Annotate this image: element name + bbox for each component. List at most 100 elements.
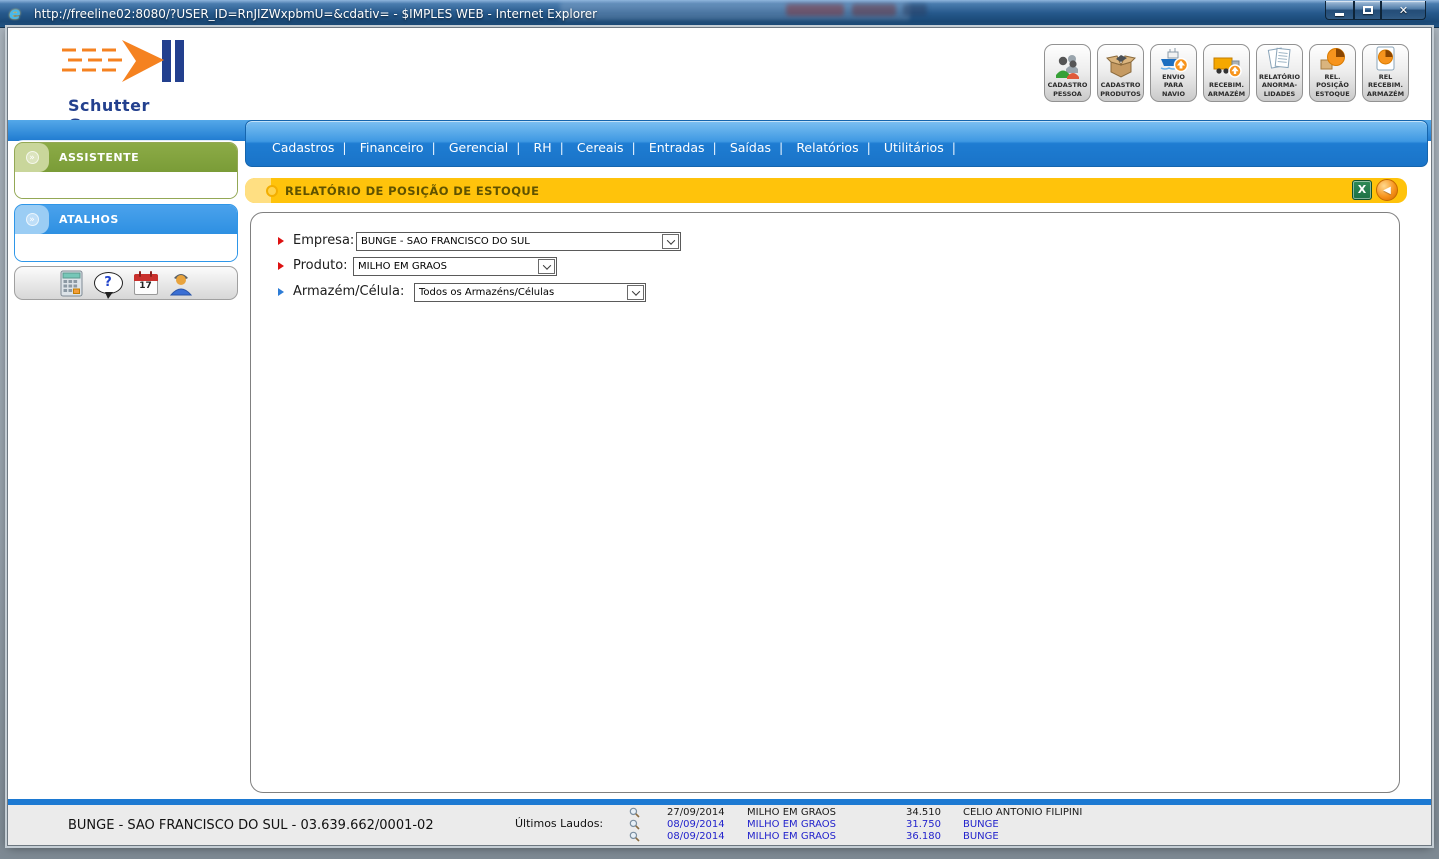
atalhos-cap: » (15, 205, 49, 234)
laudo-value: 36.180 (875, 831, 941, 842)
toolbar-button-relatorio-anormalidades[interactable]: RELATÓRIO ANORMA-LIDADES (1256, 44, 1303, 102)
assistente-body (15, 172, 237, 199)
chevron-right-icon: » (26, 151, 39, 164)
laudo-product: MILHO EM GRAOS (747, 807, 836, 818)
page-title: RELATÓRIO DE POSIÇÃO DE ESTOQUE (285, 184, 539, 198)
calendar-icon[interactable]: 17 (134, 271, 158, 295)
nav-separator: | (713, 140, 717, 155)
atalhos-header[interactable]: » ATALHOS (15, 205, 237, 234)
assistente-label: ASSISTENTE (59, 151, 139, 164)
excel-icon: X (1358, 183, 1366, 196)
toolbar-button-label: CADASTRO PESSOA (1046, 81, 1089, 98)
report-filter-panel: Empresa: BUNGE - SAO FRANCISCO DO SUL Pr… (250, 212, 1400, 793)
truck-upload-icon (1212, 51, 1242, 81)
laudo-name: CELIO ANTONIO FILIPINI (963, 807, 1082, 818)
export-excel-button[interactable]: X (1352, 180, 1372, 200)
produto-select[interactable]: MILHO EM GRAOS (353, 257, 557, 276)
laudo-name: BUNGE (963, 831, 999, 842)
empresa-label: Empresa: (293, 233, 354, 248)
nav-item-saidas[interactable]: Saídas (730, 140, 771, 155)
documents-icon (1265, 45, 1295, 73)
back-button[interactable]: ◀ (1376, 179, 1398, 201)
atalhos-panel: » ATALHOS (14, 204, 238, 262)
minimize-button[interactable] (1325, 1, 1354, 20)
nav-item-relatorios[interactable]: Relatórios (796, 140, 858, 155)
produto-row: Produto: MILHO EM GRAOS (251, 258, 1399, 277)
statusbar: BUNGE - SAO FRANCISCO DO SUL - 03.639.66… (8, 805, 1431, 845)
window-controls[interactable]: ✕ (1325, 1, 1426, 20)
nav-separator: | (516, 140, 520, 155)
ultimos-laudos-label: Últimos Laudos: (515, 817, 603, 830)
maximize-icon (1363, 6, 1373, 14)
toolbar-button-label: RECEBIM. ARMAZÉM (1205, 81, 1248, 98)
nav-separator: | (560, 140, 564, 155)
nav-item-cadastros[interactable]: Cadastros (272, 140, 334, 155)
laudo-product: MILHO EM GRAOS (747, 819, 836, 830)
user-icon[interactable] (169, 269, 193, 297)
question-mark: ? (104, 275, 112, 290)
calendar-day: 17 (134, 281, 158, 291)
nav-item-cereais[interactable]: Cereais (577, 140, 624, 155)
laudo-value: 34.510 (875, 807, 941, 818)
section-bullet-icon (266, 185, 278, 197)
back-icon: ◀ (1383, 185, 1391, 196)
maximize-button[interactable] (1354, 1, 1381, 20)
atalhos-body (15, 234, 237, 262)
toolbar-button-recebim-armazem[interactable]: RECEBIM. ARMAZÉM (1203, 44, 1250, 102)
nav-separator: | (432, 140, 436, 155)
assistente-panel: » ASSISTENTE (14, 142, 238, 199)
background-window-blur (903, 4, 927, 16)
chevron-down-icon[interactable] (662, 234, 679, 249)
background-window-blur (852, 4, 896, 16)
toolbar-button-cadastro-produtos[interactable]: CADASTRO PRODUTOS (1097, 44, 1144, 102)
laudo-name: BUNGE (963, 819, 999, 830)
nav-item-gerencial[interactable]: Gerencial (449, 140, 508, 155)
nav-separator: | (342, 140, 346, 155)
laudo-row: 08/09/2014 MILHO EM GRAOS 36.180 BUNGE (623, 831, 1103, 843)
toolbar-button-cadastro-pessoa[interactable]: CADASTRO PESSOA (1044, 44, 1091, 102)
nav-item-financeiro[interactable]: Financeiro (360, 140, 424, 155)
search-icon[interactable] (629, 831, 640, 845)
optional-bullet-icon (278, 288, 284, 296)
laudo-row: 27/09/2014 MILHO EM GRAOS 34.510 CELIO A… (623, 807, 1103, 819)
nav-item-rh[interactable]: RH (534, 140, 552, 155)
empresa-row: Empresa: BUNGE - SAO FRANCISCO DO SUL (251, 233, 1399, 252)
chevron-down-icon[interactable] (538, 259, 555, 274)
toolbar-button-label: RELATÓRIO ANORMA-LIDADES (1258, 73, 1301, 98)
atalhos-label: ATALHOS (59, 213, 119, 226)
chevron-down-icon[interactable] (627, 285, 644, 300)
nav-separator: | (867, 140, 871, 155)
company-identifier: BUNGE - SAO FRANCISCO DO SUL - 03.639.66… (68, 818, 434, 833)
people-icon (1053, 51, 1083, 81)
armazem-value: Todos os Armazéns/Células (419, 287, 554, 298)
required-bullet-icon (278, 237, 284, 245)
produto-label: Produto: (293, 258, 348, 273)
internet-explorer-icon: e (9, 4, 29, 24)
assistente-header[interactable]: » ASSISTENTE (15, 143, 237, 172)
section-header-cap (245, 178, 271, 203)
calculator-icon[interactable] (60, 270, 83, 297)
required-bullet-icon (278, 262, 284, 270)
toolbar-button-label: REL. POSIÇÃO ESTOQUE (1311, 73, 1354, 98)
section-header-bar: RELATÓRIO DE POSIÇÃO DE ESTOQUE X ◀ (245, 178, 1407, 203)
close-button[interactable]: ✕ (1381, 1, 1426, 20)
toolbar-button-label: ENVIO PARA NAVIO (1152, 73, 1195, 98)
browser-viewport: Schutter Group CADASTRO PESSOA (8, 28, 1431, 845)
chevron-right-icon: » (26, 213, 39, 226)
balloon-tail (105, 292, 113, 299)
armazem-select[interactable]: Todos os Armazéns/Células (414, 283, 646, 302)
nav-item-entradas[interactable]: Entradas (649, 140, 705, 155)
toolbar-button-rel-recebim-armazem[interactable]: REL RECEBIM. ARMAZÉM (1362, 44, 1409, 102)
nav-item-utilitarios[interactable]: Utilitários (884, 140, 944, 155)
window-titlebar[interactable]: e http://freeline02:8080/?USER_ID=RnJIZW… (0, 0, 1439, 28)
toolbar-button-envio-para-navio[interactable]: ENVIO PARA NAVIO (1150, 44, 1197, 102)
main-menu: Cadastros | Financeiro | Gerencial | RH | Ce… (266, 137, 958, 156)
help-icon[interactable]: ? (94, 272, 123, 294)
laudo-date: 08/09/2014 (667, 819, 725, 830)
quick-access-toolbar: CADASTRO PESSOA CADASTRO PRODUTOS (1044, 44, 1409, 102)
laudo-product: MILHO EM GRAOS (747, 831, 836, 842)
background-window-blur (786, 4, 844, 16)
toolbar-button-rel-posicao-estoque[interactable]: REL. POSIÇÃO ESTOQUE (1309, 44, 1356, 102)
empresa-select[interactable]: BUNGE - SAO FRANCISCO DO SUL (356, 232, 681, 251)
laudo-date: 27/09/2014 (667, 807, 725, 818)
